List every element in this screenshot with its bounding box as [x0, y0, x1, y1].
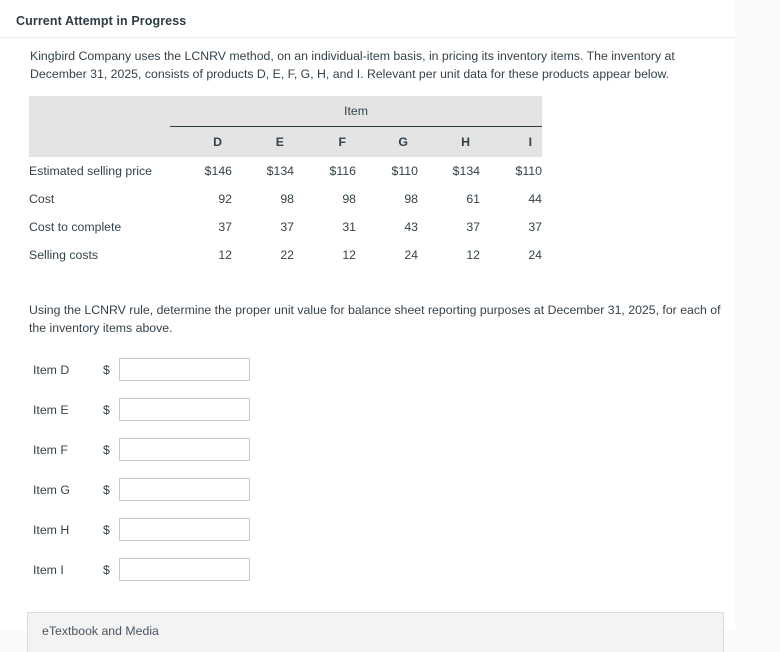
- answer-label-item-f: Item F: [33, 443, 68, 457]
- cell-selling-costs-f: 12: [342, 247, 356, 262]
- answer-row-item-h: Item H $: [0, 518, 735, 558]
- cell-estimated-selling-price-e: $134: [266, 163, 294, 178]
- column-header-d: D: [170, 126, 232, 157]
- answer-label-item-d: Item D: [33, 363, 70, 377]
- cell-estimated-selling-price-d: $146: [204, 163, 232, 178]
- question-prompt-text: Using the LCNRV rule, determine the prop…: [29, 303, 721, 335]
- answer-input-item-f[interactable]: [119, 438, 250, 461]
- etextbook-and-media-label: eTextbook and Media: [42, 624, 159, 638]
- cell-cost-to-complete-h: 37: [466, 219, 480, 234]
- cell-selling-costs-e: 22: [280, 247, 294, 262]
- table-rowlabel-header: [29, 126, 170, 157]
- table-column-header-row: D E F G H I: [29, 126, 542, 157]
- cell-cost-to-complete-f: 31: [342, 219, 356, 234]
- answer-row-item-e: Item E $: [0, 398, 735, 438]
- row-label-cost-to-complete: Cost to complete: [29, 219, 122, 234]
- column-header-i: I: [480, 126, 542, 157]
- answer-label-item-g: Item G: [33, 483, 70, 497]
- cell-selling-costs-d: 12: [218, 247, 232, 262]
- column-header-f: F: [294, 126, 356, 157]
- row-label-selling-costs: Selling costs: [29, 247, 99, 262]
- answer-input-item-d[interactable]: [119, 358, 250, 381]
- cell-cost-d: 92: [218, 191, 232, 206]
- cell-estimated-selling-price-g: $110: [391, 163, 418, 178]
- cell-cost-i: 44: [528, 191, 542, 206]
- attempt-header: Current Attempt in Progress: [0, 0, 735, 38]
- currency-symbol-item-f: $: [103, 443, 110, 457]
- per-unit-data-table: Item D E F G H I Estimated selling price…: [29, 96, 542, 269]
- answer-row-item-f: Item F $: [0, 438, 735, 478]
- table-row: Cost 92 98 98 98 61 44: [29, 185, 542, 213]
- cell-estimated-selling-price-h: $134: [452, 163, 480, 178]
- cell-cost-to-complete-i: 37: [528, 219, 542, 234]
- currency-symbol-item-e: $: [103, 403, 110, 417]
- answer-input-item-i[interactable]: [119, 558, 250, 581]
- currency-symbol-item-g: $: [103, 483, 110, 497]
- answer-input-item-e[interactable]: [119, 398, 250, 421]
- row-label-cost: Cost: [29, 191, 55, 206]
- page-title: Current Attempt in Progress: [16, 14, 187, 28]
- column-header-h: H: [418, 126, 480, 157]
- row-label-estimated-selling-price: Estimated selling price: [29, 163, 153, 178]
- table-group-header-row: Item: [29, 96, 542, 127]
- answer-row-item-g: Item G $: [0, 478, 735, 518]
- currency-symbol-item-i: $: [103, 563, 110, 577]
- cell-cost-e: 98: [280, 191, 294, 206]
- answer-row-item-i: Item I $: [0, 558, 735, 598]
- problem-intro-text: Kingbird Company uses the LCNRV method, …: [30, 49, 675, 81]
- cell-selling-costs-i: 24: [528, 247, 542, 262]
- answer-row-item-d: Item D $: [0, 358, 735, 398]
- column-header-e: E: [232, 126, 294, 157]
- answer-list: Item D $ Item E $ Item F $ Item G $ Item…: [0, 358, 735, 598]
- answer-label-item-h: Item H: [33, 523, 70, 537]
- answer-label-item-i: Item I: [33, 563, 64, 577]
- question-card: Current Attempt in Progress Kingbird Com…: [0, 0, 735, 652]
- cell-estimated-selling-price-f: $116: [329, 163, 356, 178]
- table-group-header-item: Item: [170, 96, 542, 127]
- cell-cost-to-complete-d: 37: [218, 219, 232, 234]
- answer-input-item-h[interactable]: [119, 518, 250, 541]
- table-row: Estimated selling price $146 $134 $116 $…: [29, 157, 542, 185]
- table-row: Selling costs 12 22 12 24 12 24: [29, 241, 542, 269]
- cell-estimated-selling-price-i: $110: [515, 163, 542, 178]
- page-right-gutter: [735, 0, 780, 630]
- etextbook-and-media-panel[interactable]: eTextbook and Media: [27, 612, 724, 652]
- column-header-g: G: [356, 126, 418, 157]
- currency-symbol-item-d: $: [103, 363, 110, 377]
- cell-cost-g: 98: [404, 191, 418, 206]
- cell-selling-costs-h: 12: [466, 247, 480, 262]
- answer-input-item-g[interactable]: [119, 478, 250, 501]
- cell-cost-h: 61: [466, 191, 480, 206]
- answer-label-item-e: Item E: [33, 403, 69, 417]
- table-corner-cell: [29, 96, 170, 127]
- cell-cost-to-complete-e: 37: [280, 219, 294, 234]
- cell-cost-to-complete-g: 43: [404, 219, 418, 234]
- currency-symbol-item-h: $: [103, 523, 110, 537]
- cell-selling-costs-g: 24: [404, 247, 418, 262]
- table-row: Cost to complete 37 37 31 43 37 37: [29, 213, 542, 241]
- cell-cost-f: 98: [342, 191, 356, 206]
